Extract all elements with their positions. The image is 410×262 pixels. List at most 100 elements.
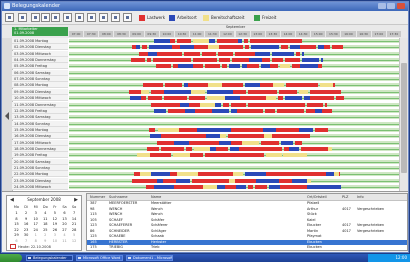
booking-segment[interactable] (221, 64, 227, 69)
search-icon[interactable] (75, 13, 84, 22)
calendar-day[interactable]: 4 (41, 211, 50, 216)
booking-segment[interactable] (150, 102, 167, 107)
booking-segment[interactable] (280, 140, 293, 145)
employee-selector[interactable]: 1. Mitarbeiter 01.09.2008 (12, 27, 68, 36)
calendar-day[interactable]: 9 (41, 239, 50, 244)
booking-segment[interactable] (163, 89, 182, 94)
booking-segment[interactable] (279, 185, 292, 190)
booking-segment[interactable] (291, 185, 298, 190)
table-row[interactable]: 125 SCHAEBE Schaab Pfaymat (87, 234, 407, 239)
calendar-day[interactable]: 12 (70, 239, 79, 244)
start-button[interactable] (0, 254, 22, 262)
calendar-day[interactable]: 9 (22, 217, 31, 222)
booking-segment[interactable] (305, 134, 311, 139)
taskbar-task[interactable]: Dokument1 - Microsoft (126, 255, 173, 261)
schedule-row[interactable]: 08.09.2008 Montag (12, 82, 402, 89)
booking-segment[interactable] (285, 58, 301, 63)
close-button[interactable] (397, 3, 405, 9)
table-row[interactable]: 115 WENCH Wench Stück (87, 212, 407, 217)
booking-segment[interactable] (222, 102, 229, 107)
booking-segment[interactable] (186, 146, 193, 151)
column-header[interactable]: PLZ (342, 194, 348, 200)
booking-segment[interactable] (231, 127, 249, 132)
row-track[interactable] (69, 96, 402, 101)
booking-segment[interactable] (154, 39, 170, 43)
booking-segment[interactable] (299, 127, 308, 132)
booking-segment[interactable] (296, 39, 302, 43)
row-track[interactable] (69, 185, 402, 190)
booking-segment[interactable] (209, 51, 217, 56)
calendar-day[interactable]: 2 (41, 233, 50, 238)
booking-segment[interactable] (188, 96, 206, 101)
booking-segment[interactable] (265, 102, 277, 107)
row-track[interactable] (69, 127, 402, 132)
row-track[interactable] (69, 146, 402, 151)
booking-segment[interactable] (277, 96, 284, 101)
booking-segment[interactable] (185, 39, 191, 43)
booking-segment[interactable] (249, 83, 261, 88)
schedule-row[interactable]: 10.09.2008 Mittwoch (12, 95, 402, 102)
schedule-row[interactable]: 13.09.2008 Samstag (12, 114, 402, 121)
calendar-day[interactable]: 1 (31, 233, 40, 238)
booking-segment[interactable] (255, 146, 273, 151)
booking-segment[interactable] (298, 89, 308, 94)
booking-segment[interactable] (202, 185, 218, 190)
booking-segment[interactable] (216, 172, 226, 177)
schedule-row[interactable]: 14.09.2008 Sonntag (12, 120, 402, 127)
booking-segment[interactable] (309, 96, 318, 101)
table-row[interactable]: 165 HERBSTER Herbster Ebucken (87, 239, 407, 245)
booking-segment[interactable] (200, 58, 218, 63)
row-track[interactable] (69, 51, 402, 56)
booking-segment[interactable] (206, 134, 221, 139)
row-track[interactable] (69, 121, 402, 126)
calendar-day[interactable]: 19 (50, 222, 59, 227)
schedule-row[interactable]: 17.09.2008 Mittwoch (12, 139, 402, 146)
booking-segment[interactable] (271, 58, 284, 63)
today-button[interactable]: Heute: 22.10.2008 (10, 244, 51, 249)
calendar-day[interactable]: 29 (12, 233, 21, 238)
booking-segment[interactable] (169, 127, 179, 132)
next-month-icon[interactable]: ▶ (74, 197, 78, 203)
booking-segment[interactable] (276, 102, 294, 107)
help-icon[interactable] (111, 13, 120, 22)
calendar-day[interactable]: 7 (22, 239, 31, 244)
calendar-day[interactable]: 10 (50, 239, 59, 244)
calendar-day[interactable]: 4 (60, 233, 69, 238)
booking-segment[interactable] (177, 51, 183, 56)
calendar-day[interactable]: 27 (60, 228, 69, 233)
booking-segment[interactable] (193, 45, 202, 50)
booking-segment[interactable] (172, 153, 190, 158)
taskbar-task[interactable]: Microsoft Office Word (76, 255, 123, 261)
schedule-row[interactable]: 18.09.2008 Donnerstag (12, 145, 402, 152)
booking-segment[interactable] (295, 134, 306, 139)
booking-segment[interactable] (189, 102, 201, 107)
calendar-day[interactable]: 26 (50, 228, 59, 233)
booking-segment[interactable] (162, 153, 171, 158)
booking-segment[interactable] (314, 108, 323, 113)
booking-segment[interactable] (248, 127, 264, 132)
booking-segment[interactable] (234, 178, 252, 183)
booking-segment[interactable] (319, 185, 328, 190)
booking-segment[interactable] (290, 89, 297, 94)
booking-segment[interactable] (169, 172, 177, 177)
row-track[interactable] (69, 70, 402, 75)
booking-segment[interactable] (263, 178, 280, 183)
booking-segment[interactable] (140, 96, 147, 101)
booking-segment[interactable] (160, 134, 177, 139)
booking-segment[interactable] (309, 89, 321, 94)
booking-segment[interactable] (192, 39, 210, 43)
row-track[interactable] (69, 166, 402, 170)
booking-segment[interactable] (268, 140, 279, 145)
booking-segment[interactable] (218, 45, 228, 50)
schedule-row[interactable]: 02.09.2008 Dienstag (12, 44, 402, 51)
booking-segment[interactable] (145, 185, 154, 190)
row-track[interactable] (69, 115, 402, 120)
booking-segment[interactable] (289, 45, 301, 50)
schedule-row[interactable]: 12.09.2008 Freitag (12, 107, 402, 114)
booking-segment[interactable] (267, 45, 279, 50)
booking-segment[interactable] (247, 64, 259, 69)
booking-segment[interactable] (168, 108, 185, 113)
booking-segment[interactable] (271, 51, 287, 56)
booking-segment[interactable] (329, 96, 335, 101)
booking-segment[interactable] (130, 58, 145, 63)
